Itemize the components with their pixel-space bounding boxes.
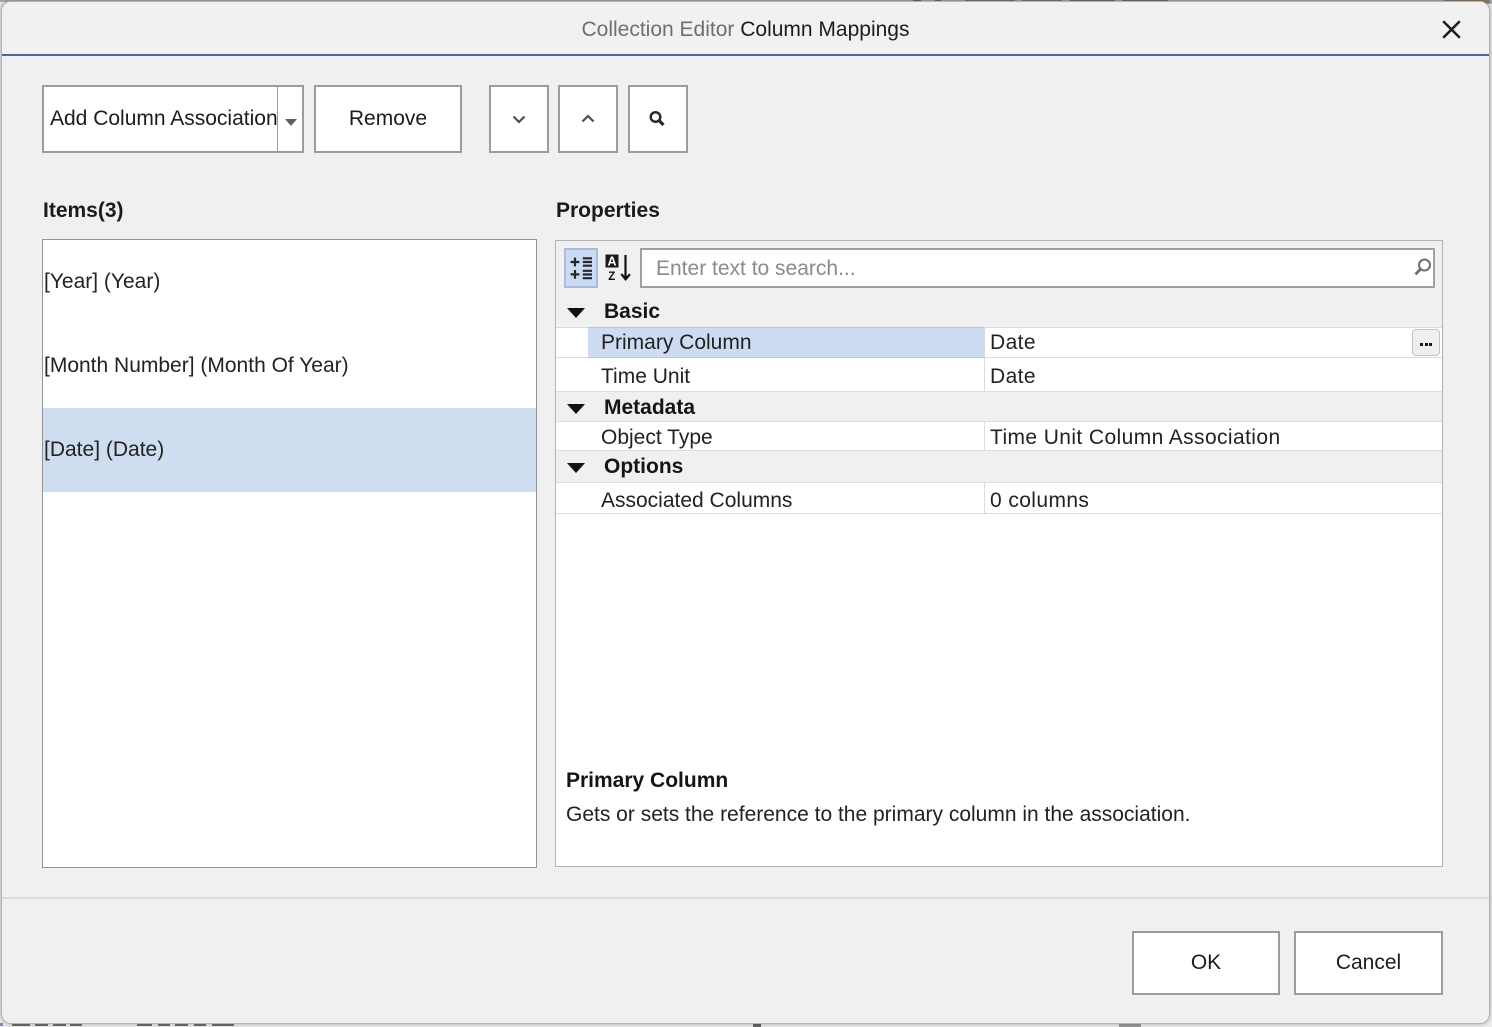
svg-text:A: A [607,255,616,269]
svg-text:Z: Z [608,271,615,282]
